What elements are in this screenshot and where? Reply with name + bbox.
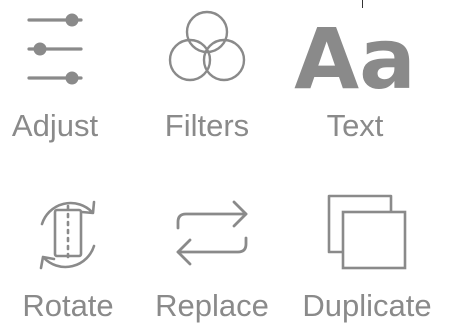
duplicate-label: Duplicate <box>302 288 432 323</box>
overlapping-circles-icon <box>137 0 277 100</box>
rotate-label: Rotate <box>22 288 114 323</box>
adjust-label: Adjust <box>11 108 99 143</box>
sliders-icon <box>0 0 125 100</box>
text-tool[interactable]: Aa Text <box>285 0 425 150</box>
text-aa-icon: Aa <box>285 0 425 108</box>
swap-arrows-icon <box>142 186 282 286</box>
filters-label: Filters <box>164 108 250 143</box>
filters-tool[interactable]: Filters <box>137 0 277 150</box>
rotate-icon <box>0 186 138 286</box>
duplicate-icon <box>297 186 437 286</box>
text-aa-glyph: Aa <box>294 10 416 108</box>
duplicate-tool[interactable]: Duplicate <box>297 186 437 336</box>
rotate-tool[interactable]: Rotate <box>0 186 138 336</box>
text-label: Text <box>326 108 384 143</box>
replace-tool[interactable]: Replace <box>142 186 282 336</box>
replace-label: Replace <box>155 288 269 323</box>
adjust-tool[interactable]: Adjust <box>0 0 125 150</box>
